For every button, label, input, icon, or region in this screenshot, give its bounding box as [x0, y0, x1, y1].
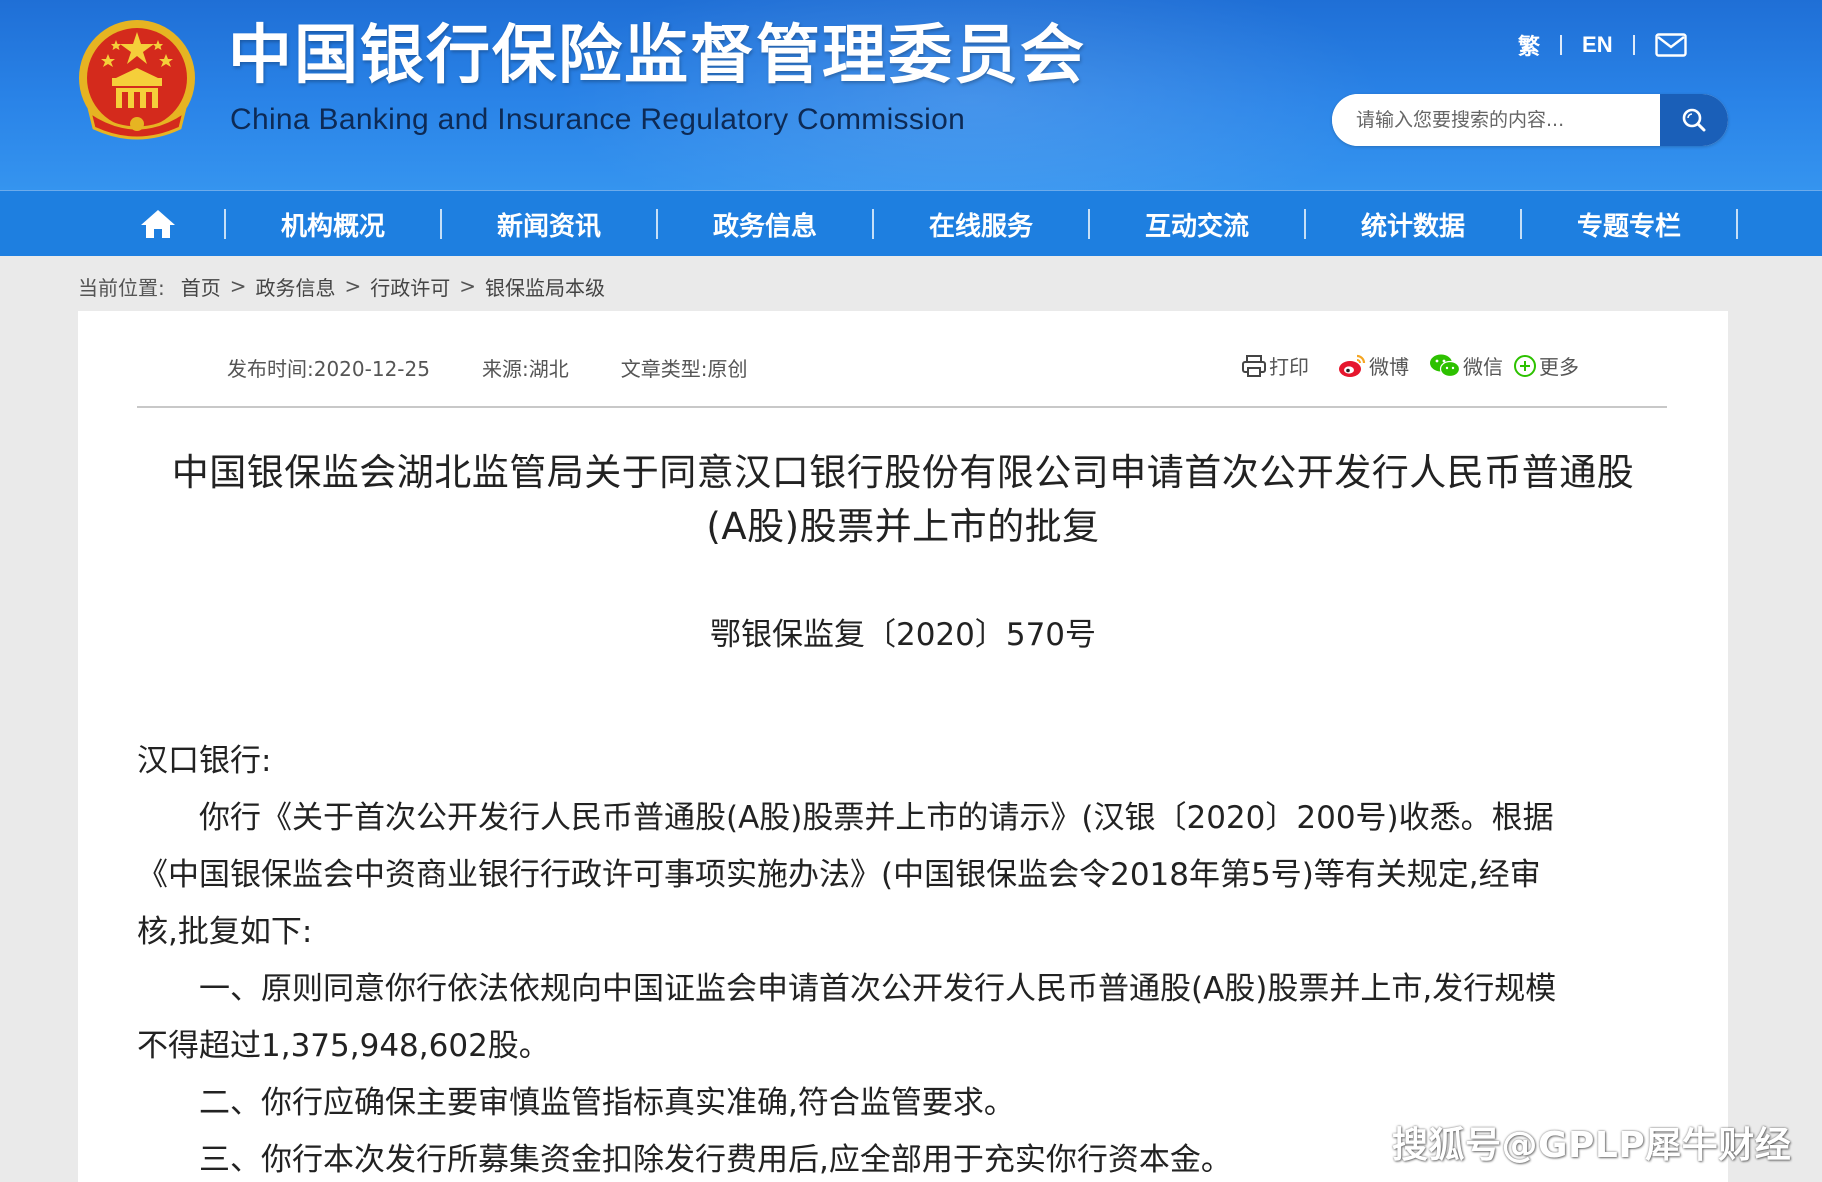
nav-home[interactable]	[92, 191, 224, 257]
article-panel: 发布时间:2020-12-25 来源:湖北 文章类型:原创 打印 微博 微信 更…	[78, 311, 1728, 1182]
breadcrumb-current[interactable]: 银保监局本级	[485, 272, 605, 301]
breadcrumb-home[interactable]: 首页	[181, 272, 221, 301]
site-title-cn: 中国银行保险监督管理委员会	[228, 19, 1086, 93]
weibo-icon	[1339, 354, 1366, 377]
article-body: 汉口银行: 你行《关于首次公开发行人民币普通股(A股)股票并上市的请示》(汉银〔…	[137, 733, 1667, 1182]
nav-item-online-service[interactable]: 在线服务	[874, 191, 1088, 257]
site-title-en: China Banking and Insurance Regulatory C…	[230, 103, 966, 136]
print-label: 打印	[1269, 355, 1309, 379]
weibo-share-button[interactable]: 微博	[1337, 351, 1409, 380]
home-icon	[141, 210, 175, 238]
main-nav: 机构概况 新闻资讯 政务信息 在线服务 互动交流 统计数据 专题专栏	[0, 190, 1822, 256]
english-link[interactable]: EN	[1582, 32, 1613, 58]
article-type: 文章类型:原创	[620, 357, 748, 381]
more-label: 更多	[1539, 355, 1579, 379]
wechat-icon	[1430, 354, 1461, 377]
national-emblem-icon	[79, 20, 195, 140]
body-paragraph: 你行《关于首次公开发行人民币普通股(A股)股票并上市的请示》(汉银〔2020〕2…	[137, 800, 1554, 836]
article-title-line: 中国银保监会湖北监管局关于同意汉口银行股份有限公司申请首次公开发行人民币普通股	[171, 451, 1635, 494]
article-title: 中国银保监会湖北监管局关于同意汉口银行股份有限公司申请首次公开发行人民币普通股 …	[118, 446, 1688, 554]
article-source: 来源:湖北	[481, 357, 569, 381]
nav-item-news[interactable]: 新闻资讯	[442, 191, 656, 257]
breadcrumb-government-info[interactable]: 政务信息	[256, 272, 336, 301]
search-icon	[1682, 108, 1706, 132]
breadcrumb-separator: >	[459, 274, 477, 298]
plus-circle-icon	[1514, 354, 1536, 377]
mail-icon[interactable]	[1654, 33, 1687, 57]
breadcrumb-label: 当前位置:	[78, 275, 165, 300]
body-paragraph: 不得超过1,375,948,602股。	[137, 1028, 550, 1064]
site-header: 中国银行保险监督管理委员会 China Banking and Insuranc…	[0, 0, 1822, 190]
traditional-chinese-link[interactable]: 繁	[1518, 29, 1540, 61]
weibo-label: 微博	[1369, 355, 1409, 379]
nav-item-jigou[interactable]: 机构概况	[226, 191, 440, 257]
nav-divider	[1736, 209, 1738, 239]
wechat-share-button[interactable]: 微信	[1429, 351, 1503, 380]
article-title-line: (A股)股票并上市的批复	[706, 505, 1100, 548]
search-button[interactable]	[1660, 94, 1728, 146]
breadcrumb: 当前位置: 首页 > 政务信息 > 行政许可 > 银保监局本级	[78, 270, 605, 302]
printer-icon	[1242, 354, 1266, 377]
article-meta: 发布时间:2020-12-25 来源:湖北 文章类型:原创	[227, 353, 747, 382]
nav-item-government-info[interactable]: 政务信息	[658, 191, 872, 257]
search-box	[1332, 94, 1728, 146]
publish-time: 发布时间:2020-12-25	[227, 357, 430, 381]
link-divider	[1560, 35, 1563, 55]
nav-item-statistics[interactable]: 统计数据	[1306, 191, 1520, 257]
watermark: 搜狐号@GPLP犀牛财经	[1392, 1125, 1792, 1166]
breadcrumb-separator: >	[229, 274, 247, 298]
nav-item-interaction[interactable]: 互动交流	[1090, 191, 1304, 257]
breadcrumb-separator: >	[344, 274, 362, 298]
more-share-button[interactable]: 更多	[1513, 351, 1579, 380]
share-bar: 打印 微博 微信 更多	[1241, 351, 1579, 380]
header-top-links: 繁 EN	[1518, 28, 1687, 62]
link-divider	[1632, 35, 1635, 55]
body-paragraph: 《中国银保监会中资商业银行行政许可事项实施办法》(中国银保监会令2018年第5号…	[137, 857, 1541, 893]
meta-divider	[137, 406, 1667, 408]
page: 中国银行保险监督管理委员会 China Banking and Insuranc…	[0, 0, 1822, 1182]
nav-item-special-topics[interactable]: 专题专栏	[1522, 191, 1736, 257]
body-paragraph: 汉口银行:	[137, 743, 272, 779]
document-number: 鄂银保监复〔2020〕570号	[709, 617, 1097, 653]
search-input[interactable]	[1332, 94, 1660, 146]
body-paragraph: 核,批复如下:	[137, 914, 313, 950]
breadcrumb-administrative-license[interactable]: 行政许可	[370, 272, 450, 301]
body-paragraph: 一、原则同意你行依法依规向中国证监会申请首次公开发行人民币普通股(A股)股票并上…	[137, 971, 1557, 1007]
wechat-label: 微信	[1463, 355, 1503, 379]
print-button[interactable]: 打印	[1241, 351, 1309, 380]
